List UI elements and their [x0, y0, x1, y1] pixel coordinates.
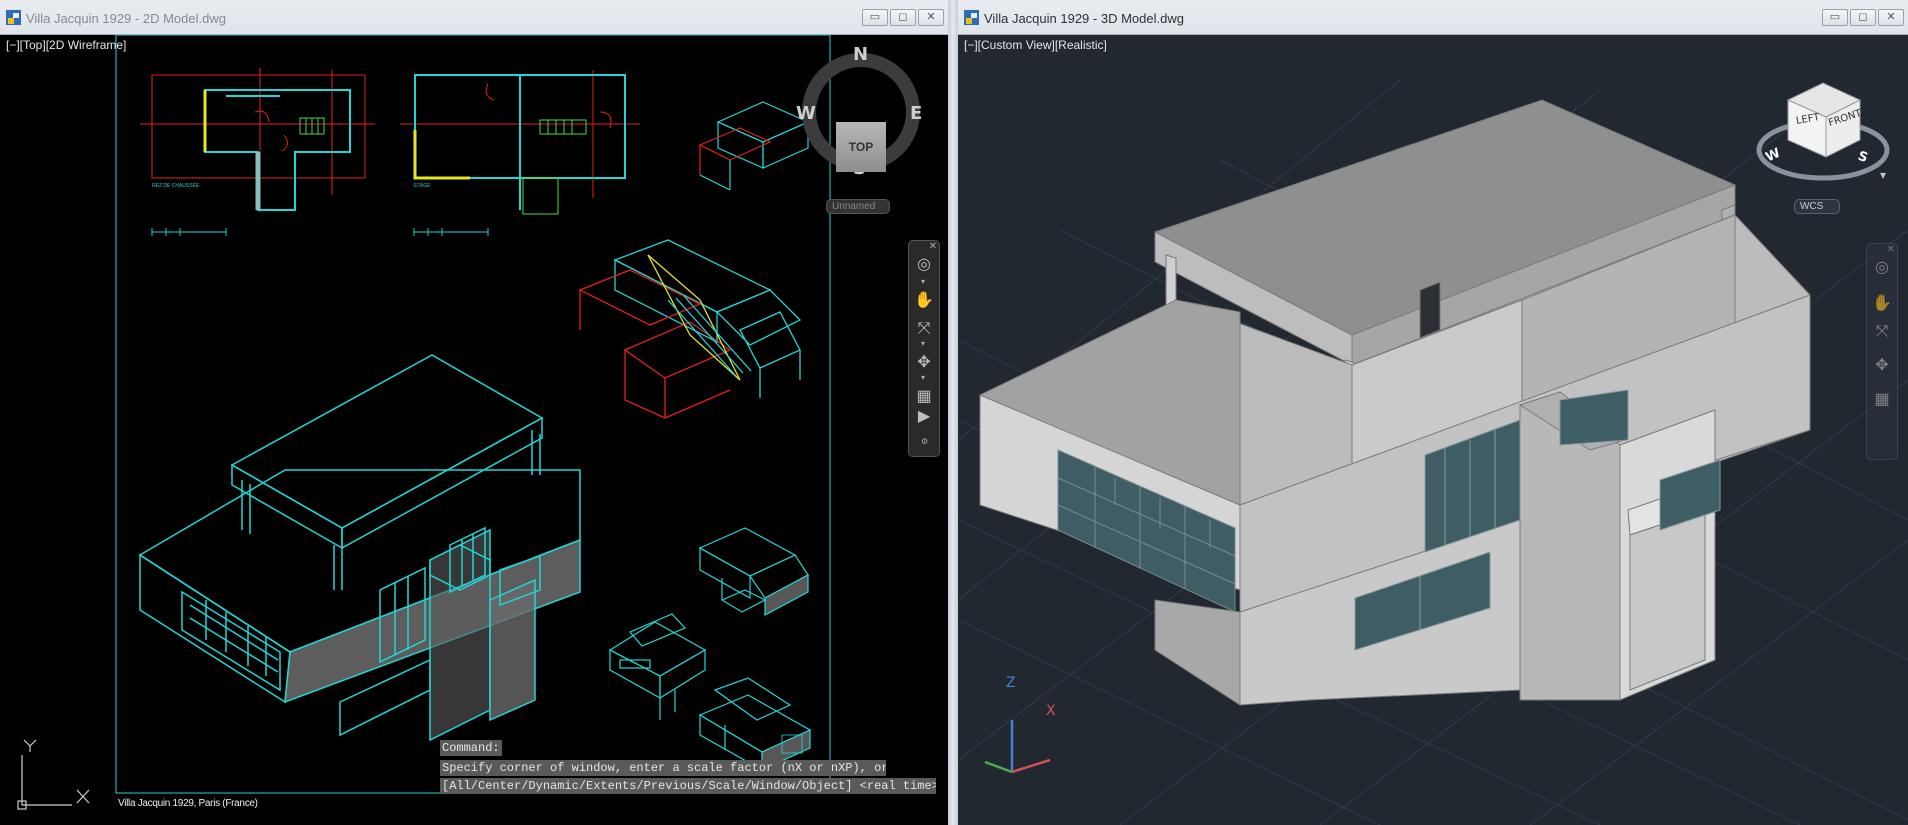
play-icon[interactable]: ▶	[914, 407, 934, 427]
title-block-text: Villa Jacquin 1929, Paris (France)	[118, 798, 258, 809]
showmotion-icon[interactable]: ▦	[914, 387, 934, 407]
viewcube-top-face[interactable]: TOP	[836, 122, 886, 172]
orbit-icon[interactable]: ✥	[914, 353, 934, 373]
command-history-line: Specify corner of window, enter a scale …	[440, 760, 886, 776]
command-prompt: Command:	[440, 740, 502, 756]
window-title: Villa Jacquin 1929 - 2D Model.dwg	[26, 11, 226, 26]
command-input-line[interactable]: [All/Center/Dynamic/Extents/Previous/Sca…	[440, 778, 936, 794]
window-title: Villa Jacquin 1929 - 3D Model.dwg	[984, 11, 1184, 26]
restore-button[interactable]: ◻	[1850, 9, 1876, 26]
scale-bar-upper	[413, 228, 489, 236]
steering-wheel-icon[interactable]: ◎	[1872, 258, 1892, 278]
ucs-icon-2d	[17, 739, 90, 810]
autocad-file-icon	[964, 10, 979, 25]
viewcube-menu-chevron-icon[interactable]: ▾	[1880, 168, 1886, 182]
wcs-dropdown[interactable]: WCS	[1794, 199, 1840, 214]
restore-button[interactable]: ◻	[890, 9, 916, 26]
floor-plan-upper	[400, 70, 640, 215]
isometric-view-exploded	[578, 239, 802, 419]
navbar-options-icon[interactable]: ⚙	[921, 437, 928, 446]
window-2d-model[interactable]: Villa Jacquin 1929 - 2D Model.dwg ▭ ◻ ✕ …	[0, 0, 948, 825]
title-bar[interactable]: Villa Jacquin 1929 - 2D Model.dwg ▭ ◻ ✕	[0, 0, 948, 35]
scale-note-ground: REZ DE CHAUSSEE	[152, 183, 200, 189]
compass-north-label[interactable]: N	[853, 44, 868, 65]
navigation-bar-2d[interactable]: ✕ ◎ ▾ ✋ ⤧ ▾ ✥ ▾ ▦ ▶ ⚙	[908, 240, 940, 457]
named-view-dropdown[interactable]: Unnamed	[826, 199, 890, 214]
compass-west-label[interactable]: W	[796, 103, 816, 124]
isometric-view-small-3	[608, 613, 707, 720]
isometric-view-small-1	[698, 101, 810, 191]
pan-hand-icon[interactable]: ✋	[1872, 294, 1892, 314]
building-model	[979, 99, 1811, 706]
orbit-icon[interactable]: ✥	[1872, 356, 1892, 376]
chevron-down-icon[interactable]: ▾	[921, 277, 925, 286]
compass-east-label[interactable]: E	[910, 103, 922, 124]
navbar-close-icon[interactable]: ✕	[1887, 244, 1895, 255]
minimize-button[interactable]: ▭	[862, 9, 888, 26]
navbar-close-icon[interactable]: ✕	[929, 241, 937, 252]
ucs-icon-3d	[984, 720, 1051, 774]
window-splitter[interactable]	[948, 0, 958, 825]
window-3d-model[interactable]: Villa Jacquin 1929 - 3D Model.dwg ▭ ◻ ✕ …	[958, 0, 1908, 825]
showmotion-icon[interactable]: ▦	[1872, 390, 1892, 410]
autocad-file-icon	[6, 10, 21, 25]
steering-wheel-icon[interactable]: ◎	[914, 255, 934, 275]
isometric-view-small-2	[698, 527, 809, 617]
minimize-button[interactable]: ▭	[1822, 9, 1848, 26]
zoom-icon[interactable]: ⤧	[914, 319, 934, 339]
title-bar[interactable]: Villa Jacquin 1929 - 3D Model.dwg ▭ ◻ ✕	[958, 0, 1908, 35]
chevron-down-icon[interactable]: ▾	[921, 373, 925, 382]
viewport-3d[interactable]: [−][Custom View][Realistic] LEFT FRONT W…	[958, 35, 1908, 825]
isometric-view-small-4	[698, 677, 812, 772]
isometric-view-main	[138, 354, 581, 742]
viewport-2d[interactable]: [−][Top][2D Wireframe] N E W TOP Unnamed…	[0, 35, 948, 825]
drawing-canvas-2d[interactable]	[0, 35, 948, 825]
ucs-z-label: Z	[1006, 675, 1016, 691]
pan-hand-icon[interactable]: ✋	[914, 291, 934, 311]
navigation-bar-3d[interactable]: ✕ ◎ ✋ ⤧ ✥ ▦	[1866, 243, 1898, 460]
zoom-icon[interactable]: ⤧	[1872, 322, 1892, 342]
scale-note-upper: ETAGE	[414, 183, 431, 189]
main-window-grid	[181, 590, 281, 692]
close-button[interactable]: ✕	[918, 9, 944, 26]
ucs-x-label: X	[1046, 703, 1056, 719]
close-button[interactable]: ✕	[1878, 9, 1904, 26]
chevron-down-icon[interactable]: ▾	[921, 339, 925, 348]
scale-bar-ground	[151, 228, 227, 236]
floor-plan-ground	[140, 68, 375, 212]
